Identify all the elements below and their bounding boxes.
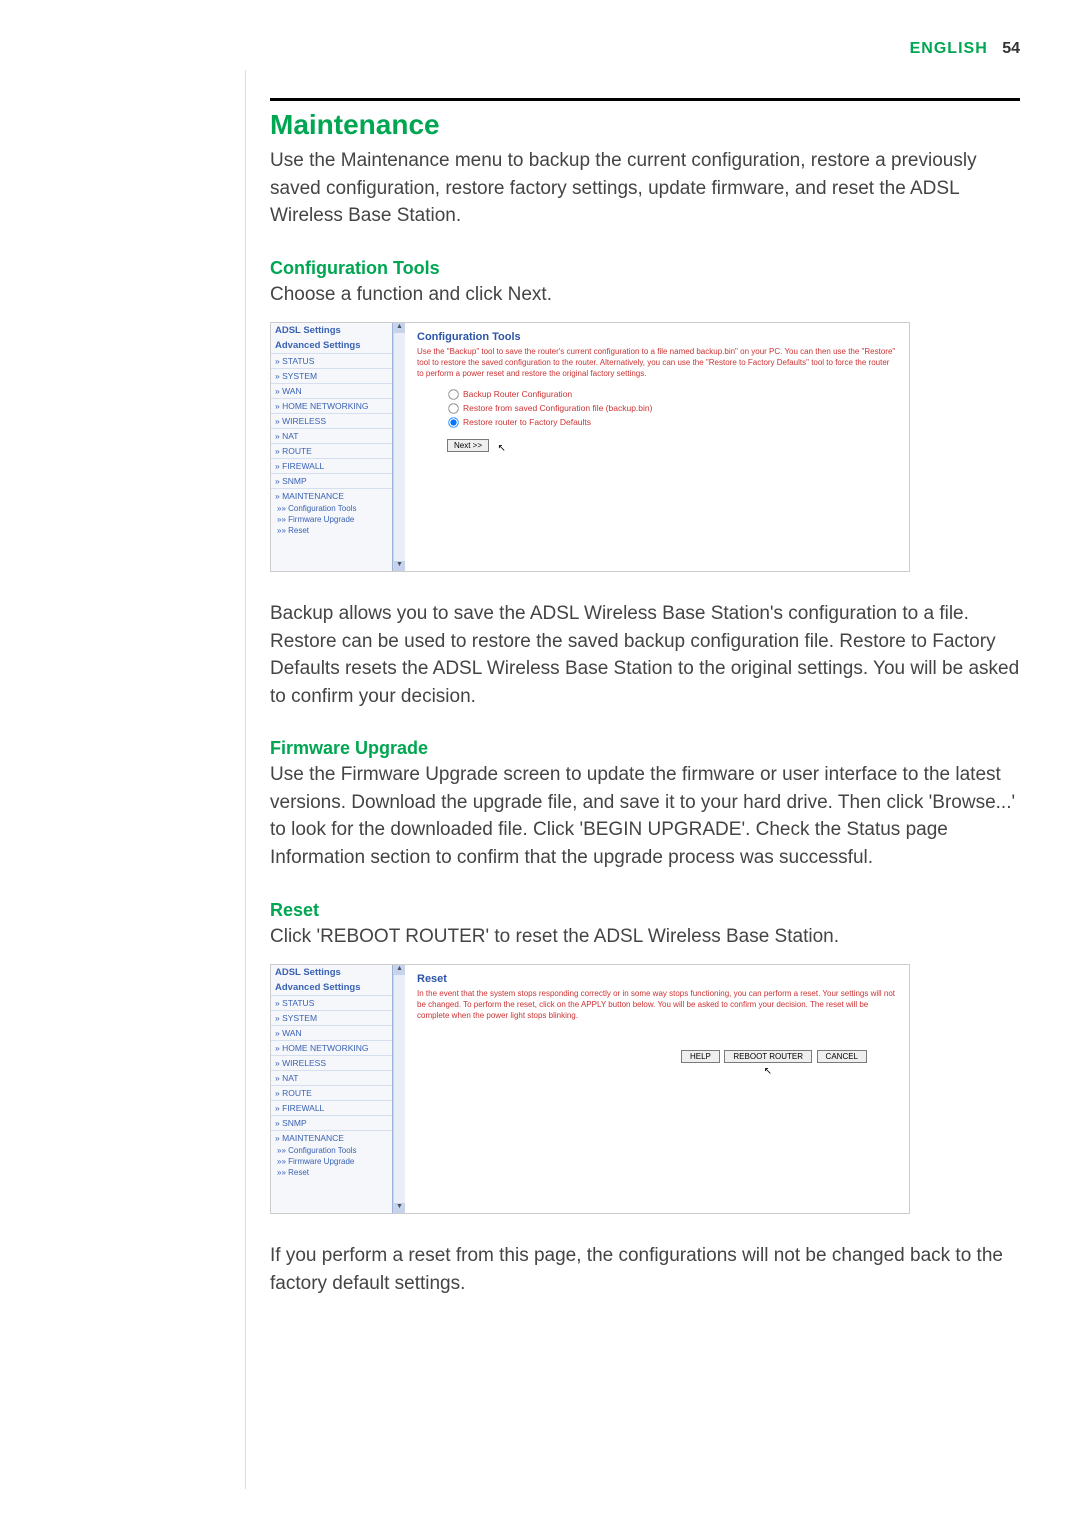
cursor-icon: ↖	[498, 443, 506, 454]
sidebar2-item-firewall[interactable]: » FIREWALL	[271, 1100, 392, 1115]
sidebar2-sub-config[interactable]: »» Configuration Tools	[271, 1145, 392, 1156]
reset-after: If you perform a reset from this page, t…	[270, 1242, 1020, 1297]
firmware-heading: Firmware Upgrade	[270, 738, 1020, 759]
sidebar-advanced-settings[interactable]: Advanced Settings	[271, 338, 392, 353]
screenshot-reset: ADSL Settings Advanced Settings » STATUS…	[270, 964, 910, 1214]
sidebar-scrollbar-2[interactable]: ▲ ▼	[393, 965, 405, 1213]
radio-factory[interactable]	[448, 417, 458, 427]
sidebar-item-maint[interactable]: » MAINTENANCE	[271, 488, 392, 503]
screenshot-main-panel: Configuration Tools Use the "Backup" too…	[405, 323, 909, 571]
panel-description-2: In the event that the system stops respo…	[417, 989, 897, 1021]
scroll-up-icon-2[interactable]: ▲	[394, 965, 405, 975]
sidebar2-item-nat[interactable]: » NAT	[271, 1070, 392, 1085]
sidebar-adsl-settings[interactable]: ADSL Settings	[271, 323, 392, 338]
firmware-body: Use the Firmware Upgrade screen to updat…	[270, 761, 1020, 871]
config-tools-after: Backup allows you to save the ADSL Wirel…	[270, 600, 1020, 710]
cancel-button[interactable]: CANCEL	[817, 1050, 867, 1063]
sidebar2-sub-reset[interactable]: »» Reset	[271, 1167, 392, 1178]
sidebar-sub-config[interactable]: »» Configuration Tools	[271, 503, 392, 514]
sidebar2-item-route[interactable]: » ROUTE	[271, 1085, 392, 1100]
page-header: ENGLISH 54	[270, 40, 1020, 58]
button-row: HELP REBOOT ROUTER CANCEL ↖	[417, 1050, 897, 1074]
options-group: Backup Router Configuration Restore from…	[417, 388, 897, 429]
scroll-up-icon[interactable]: ▲	[394, 323, 405, 333]
radio-restore[interactable]	[448, 403, 458, 413]
sidebar-item-snmp[interactable]: » SNMP	[271, 473, 392, 488]
panel-description: Use the "Backup" tool to save the router…	[417, 347, 897, 379]
sidebar-item-nat[interactable]: » NAT	[271, 428, 392, 443]
cursor-icon-2: ↖	[764, 1066, 772, 1077]
heading-rule	[270, 98, 1020, 101]
opt-factory-label: Restore router to Factory Defaults	[463, 416, 591, 426]
opt-backup-label: Backup Router Configuration	[463, 388, 572, 398]
reboot-router-button[interactable]: REBOOT ROUTER	[724, 1050, 812, 1063]
maintenance-heading: Maintenance	[270, 109, 1020, 141]
sidebar-item-wan[interactable]: » WAN	[271, 383, 392, 398]
sidebar-item-wireless[interactable]: » WIRELESS	[271, 413, 392, 428]
screenshot-main-panel-2: Reset In the event that the system stops…	[405, 965, 909, 1213]
sidebar2-item-wan[interactable]: » WAN	[271, 1025, 392, 1040]
sidebar-sub-reset[interactable]: »» Reset	[271, 525, 392, 536]
panel-title-2: Reset	[417, 973, 897, 985]
sidebar-advanced-settings-2[interactable]: Advanced Settings	[271, 980, 392, 995]
sidebar-item-home-net[interactable]: » HOME NETWORKING	[271, 398, 392, 413]
screenshot-sidebar: ADSL Settings Advanced Settings » STATUS…	[271, 323, 393, 571]
sidebar2-sub-firmware[interactable]: »» Firmware Upgrade	[271, 1156, 392, 1167]
reset-intro: Click 'REBOOT ROUTER' to reset the ADSL …	[270, 923, 1020, 951]
sidebar-scrollbar[interactable]: ▲ ▼	[393, 323, 405, 571]
sidebar-adsl-settings-2[interactable]: ADSL Settings	[271, 965, 392, 980]
page-content: ENGLISH 54 Maintenance Use the Maintenan…	[0, 0, 1080, 1357]
sidebar-item-system[interactable]: » SYSTEM	[271, 368, 392, 383]
sidebar2-item-maint[interactable]: » MAINTENANCE	[271, 1130, 392, 1145]
maintenance-intro: Use the Maintenance menu to backup the c…	[270, 147, 1020, 230]
config-tools-intro: Choose a function and click Next.	[270, 281, 1020, 309]
sidebar-item-firewall[interactable]: » FIREWALL	[271, 458, 392, 473]
reset-heading: Reset	[270, 900, 1020, 921]
sidebar2-item-wireless[interactable]: » WIRELESS	[271, 1055, 392, 1070]
sidebar2-item-home-net[interactable]: » HOME NETWORKING	[271, 1040, 392, 1055]
sidebar2-item-system[interactable]: » SYSTEM	[271, 1010, 392, 1025]
sidebar-item-status[interactable]: » STATUS	[271, 353, 392, 368]
screenshot-sidebar-2: ADSL Settings Advanced Settings » STATUS…	[271, 965, 393, 1213]
help-button[interactable]: HELP	[681, 1050, 720, 1063]
sidebar-sub-firmware[interactable]: »» Firmware Upgrade	[271, 514, 392, 525]
sidebar2-item-status[interactable]: » STATUS	[271, 995, 392, 1010]
panel-title: Configuration Tools	[417, 331, 897, 343]
screenshot-config-tools: ADSL Settings Advanced Settings » STATUS…	[270, 322, 910, 572]
left-margin-rule	[245, 70, 246, 1489]
scroll-down-icon-2[interactable]: ▼	[394, 1203, 405, 1213]
sidebar2-item-snmp[interactable]: » SNMP	[271, 1115, 392, 1130]
opt-restore-label: Restore from saved Configuration file (b…	[463, 402, 652, 412]
sidebar-item-route[interactable]: » ROUTE	[271, 443, 392, 458]
scroll-down-icon[interactable]: ▼	[394, 561, 405, 571]
next-button[interactable]: Next >>	[447, 439, 489, 452]
language-label: ENGLISH	[910, 40, 988, 57]
page-number: 54	[1002, 40, 1020, 57]
radio-backup[interactable]	[448, 389, 458, 399]
config-tools-heading: Configuration Tools	[270, 258, 1020, 279]
